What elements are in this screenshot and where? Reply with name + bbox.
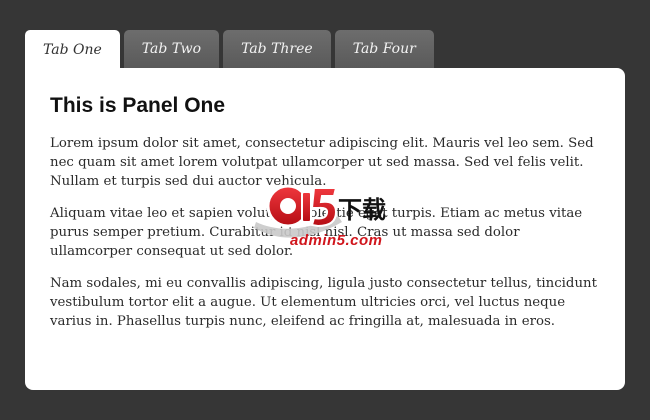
tab-four[interactable]: Tab Four [334,30,434,68]
panel-paragraph: Aliquam vitae leo et sapien volutpat mol… [50,206,583,259]
panel-title: This is Panel One [50,94,226,117]
tab-bar: Tab One Tab Two Tab Three Tab Four [25,30,434,70]
panel-paragraph: Nam sodales, mi eu convallis adipiscing,… [50,276,597,329]
panel-paragraph: Lorem ipsum dolor sit amet, consectetur … [50,136,594,189]
tab-three[interactable]: Tab Three [223,30,331,68]
tab-two[interactable]: Tab Two [123,30,220,68]
tab-panel: This is Panel One Lorem ipsum dolor sit … [25,68,625,390]
tab-one[interactable]: Tab One [25,30,120,70]
tabs-widget: Tab One Tab Two Tab Three Tab Four This … [0,0,650,420]
